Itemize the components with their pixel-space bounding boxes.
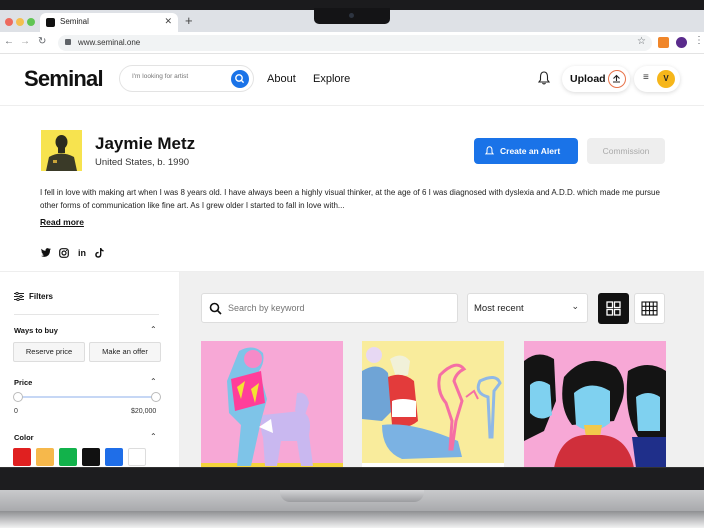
large-grid-icon [606,301,621,316]
seminal-logo[interactable]: Seminal [24,66,104,92]
laptop-hinge [280,490,424,502]
filters-title: Filters [29,292,54,301]
large-grid-view-button[interactable] [598,293,629,324]
instagram-icon[interactable] [59,248,69,260]
browser-tab[interactable]: Seminal ✕ [40,13,178,32]
color-swatch-orange[interactable] [36,448,54,466]
seminal-favicon-icon [46,18,55,27]
forward-arrow-icon[interactable]: → [20,36,30,47]
price-title: Price [14,378,33,387]
close-tab-icon[interactable]: ✕ [164,16,172,27]
commission-button[interactable]: Commission [587,138,665,164]
commission-label: Commission [602,146,650,156]
artwork-card[interactable] [201,341,343,468]
upload-icon [608,70,626,88]
artist-location: United States, b. 1990 [95,157,190,168]
search-button[interactable] [231,70,249,88]
price-min-label: 0 [14,408,18,415]
search-icon [235,74,245,84]
url-field[interactable]: www.seminal.one ☆ [58,35,652,51]
price-slider-track[interactable] [18,396,156,398]
reserve-price-button[interactable]: Reserve price [13,342,85,362]
tab-title: Seminal [60,17,89,26]
filter-sliders-icon [14,292,24,301]
small-grid-icon [641,301,658,316]
browser-menu-icon[interactable]: ⋮ [694,35,704,46]
user-avatar: V [657,70,675,88]
artwork-card[interactable] [524,341,666,468]
minimize-window-dot[interactable] [16,18,24,26]
profile-extension-icon[interactable] [676,37,687,48]
artist-name: Jaymie Metz [95,134,196,153]
notification-bell-icon[interactable] [538,71,550,85]
nav-about[interactable]: About [267,73,296,85]
ways-to-buy-title: Ways to buy [14,326,58,335]
create-alert-button[interactable]: Create an Alert [474,138,578,164]
bookmark-star-icon[interactable]: ☆ [637,36,646,47]
tiktok-icon[interactable] [95,248,104,260]
color-title: Color [14,433,34,442]
make-offer-button[interactable]: Make an offer [89,342,161,362]
small-grid-view-button[interactable] [634,293,665,324]
artist-avatar [41,130,82,171]
metamask-extension-icon[interactable] [658,37,669,48]
price-min-handle[interactable] [13,392,23,402]
camera-notch [314,8,390,24]
artist-bio: I fell in love with making art when I wa… [40,188,660,210]
color-swatch-white[interactable] [128,448,146,466]
hamburger-menu-icon: ≡ [643,72,649,83]
chevron-up-icon[interactable]: ⌃ [150,377,157,386]
color-swatch-green[interactable] [59,448,77,466]
chevron-up-icon[interactable]: ⌃ [150,432,157,441]
address-bar: ← → ↻ www.seminal.one ☆ ⋮ [0,32,704,54]
nav-explore[interactable]: Explore [313,73,350,85]
laptop-shadow [0,511,704,528]
bell-icon [485,146,494,155]
artist-search-input[interactable] [132,73,227,80]
back-arrow-icon[interactable]: ← [4,36,14,47]
artwork-gallery: Most recent ⌄ [180,272,704,468]
create-alert-label: Create an Alert [500,146,561,156]
artist-profile: Jaymie Metz United States, b. 1990 Creat… [0,106,704,272]
artist-search [119,65,254,92]
laptop-bottom-bezel [0,467,704,491]
read-more-link[interactable]: Read more [40,217,84,227]
close-window-dot[interactable] [5,18,13,26]
sort-dropdown[interactable]: Most recent ⌄ [467,293,588,323]
chevron-up-icon[interactable]: ⌃ [150,325,157,334]
artwork-card[interactable] [362,341,504,468]
color-swatch-blue[interactable] [105,448,123,466]
laptop-mockup: Seminal ✕ + ← → ↻ www.seminal.one ☆ ⋮ Se… [0,0,704,528]
chevron-down-icon: ⌄ [571,301,579,311]
divider [14,314,159,315]
filters-sidebar: Filters Ways to buy ⌃ Reserve price Make… [0,272,180,468]
sort-selected-label: Most recent [474,303,524,314]
search-icon [209,302,222,315]
price-max-handle[interactable] [151,392,161,402]
linkedin-icon[interactable]: in [78,248,86,258]
color-swatch-black[interactable] [82,448,100,466]
new-tab-icon[interactable]: + [185,13,193,28]
reload-icon[interactable]: ↻ [38,36,46,47]
site-header: Seminal About Explore Upload ≡ V [0,54,704,106]
upload-button[interactable]: Upload [562,66,630,92]
keyword-search [201,293,458,323]
twitter-icon[interactable] [41,248,51,259]
maximize-window-dot[interactable] [27,18,35,26]
user-menu-button[interactable]: ≡ V [634,66,680,92]
upload-label: Upload [570,73,606,85]
lock-icon [65,39,71,45]
keyword-search-input[interactable] [228,303,428,313]
color-swatch-red[interactable] [13,448,31,466]
url-text: www.seminal.one [78,38,141,47]
price-max-label: $20,000 [131,408,157,415]
